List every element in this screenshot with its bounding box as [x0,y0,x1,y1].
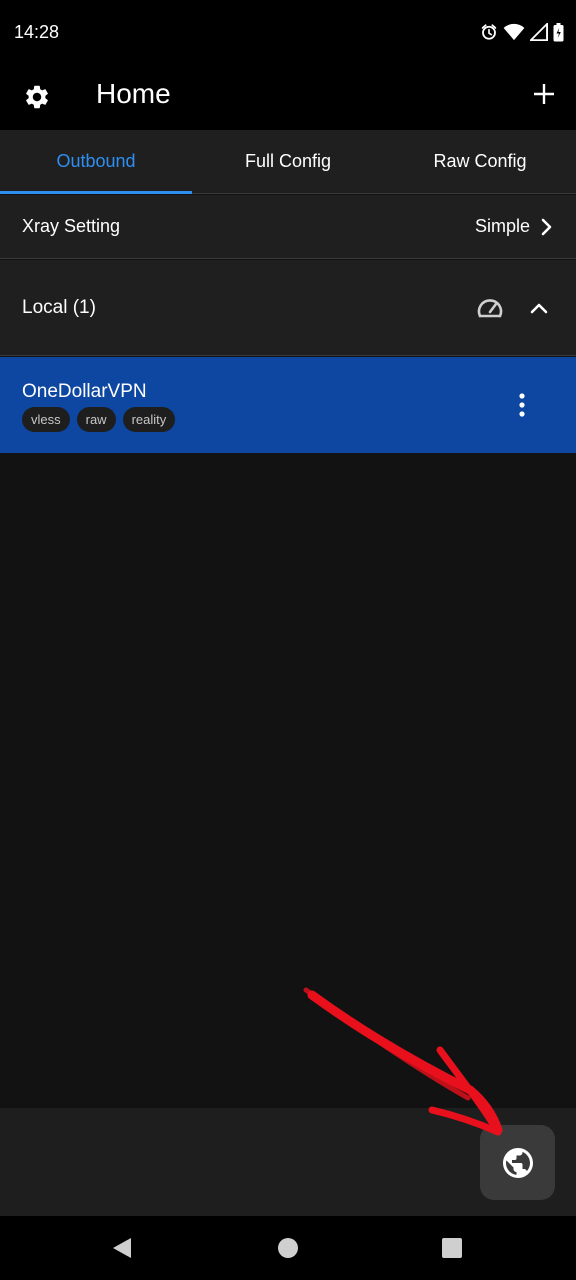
plus-icon [534,84,554,104]
settings-button[interactable] [18,78,56,116]
recents-button[interactable] [434,1230,470,1266]
xray-setting-row[interactable]: Xray Setting Simple [0,195,576,259]
server-item[interactable]: OneDollarVPN [0,357,576,453]
add-button[interactable] [528,76,560,112]
home-icon [278,1238,298,1258]
app-bar: Home [0,64,576,130]
tag-security: reality [122,407,176,432]
tag-protocol: vless [22,407,70,432]
back-icon [113,1238,131,1258]
chevron-right-icon [540,218,554,236]
home-button[interactable] [270,1230,306,1266]
tab-bar: Outbound Full Config Raw Config [0,130,576,194]
tab-full-config[interactable]: Full Config [192,130,384,193]
server-name: OneDollarVPN [22,381,147,402]
group-label: Local (1) [22,296,96,318]
system-nav-bar [0,1216,576,1280]
page-title: Home [96,78,171,109]
server-tags: vless raw reality [22,407,176,432]
tab-raw-config[interactable]: Raw Config [384,130,576,193]
status-bar: 14:28 [0,0,576,64]
collapse-button[interactable] [524,292,554,324]
status-time: 14:28 [14,22,60,42]
tag-transport: raw [76,407,116,432]
speed-test-button[interactable] [474,292,506,324]
group-header-local: Local (1) [0,260,576,356]
xray-setting-value: Simple [474,216,530,236]
chevron-up-icon [530,303,548,314]
connect-button[interactable] [480,1125,555,1200]
alarm-icon [481,24,497,40]
more-vert-icon [519,393,525,417]
more-options-button[interactable] [506,387,538,423]
speedometer-icon [477,299,503,318]
status-icons [480,21,564,43]
globe-icon [502,1147,533,1178]
battery-icon [553,22,564,41]
xray-setting-label: Xray Setting [22,216,121,236]
wifi-icon [503,23,525,41]
gear-icon [26,85,48,109]
signal-icon [530,23,548,41]
back-button[interactable] [104,1230,140,1266]
recents-icon [442,1238,462,1258]
tab-outbound[interactable]: Outbound [0,130,192,194]
